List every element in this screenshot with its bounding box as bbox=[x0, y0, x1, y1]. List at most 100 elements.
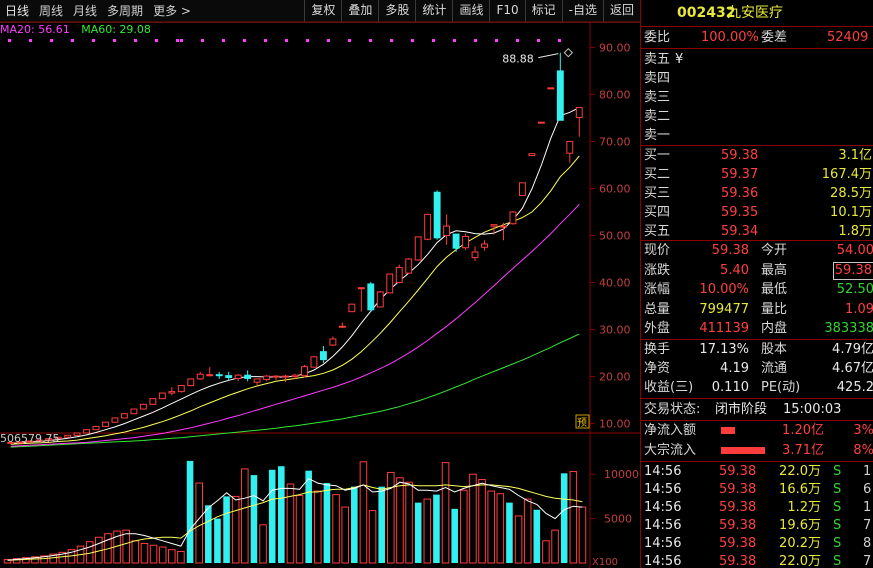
volume-bar bbox=[149, 544, 158, 564]
candle-body[interactable] bbox=[443, 225, 451, 237]
candle-body[interactable] bbox=[301, 366, 308, 377]
tick-row[interactable]: 14:56 59.38 1.2万 S 1 bbox=[641, 498, 873, 517]
limit-dot bbox=[243, 39, 246, 42]
candle-body[interactable] bbox=[196, 373, 204, 380]
candle-body[interactable] bbox=[291, 374, 299, 378]
netflow-row: 大宗流入 3.71亿 8% bbox=[641, 441, 873, 460]
candle-body[interactable] bbox=[395, 266, 403, 284]
candle-body[interactable] bbox=[244, 374, 252, 379]
candle-body[interactable] bbox=[376, 291, 384, 308]
candle-body[interactable] bbox=[310, 356, 318, 368]
candle-body[interactable] bbox=[168, 391, 176, 394]
tick-row[interactable]: 14:56 59.38 16.6万 S 6 bbox=[641, 480, 873, 499]
candle-body[interactable] bbox=[528, 153, 536, 157]
volume-bar bbox=[177, 550, 185, 564]
volume-bar bbox=[351, 486, 358, 563]
candle-body[interactable] bbox=[357, 287, 365, 290]
fund-label: 净资 bbox=[644, 361, 671, 376]
tick-row[interactable]: 14:56 59.38 22.0万 S 1 bbox=[641, 462, 873, 481]
candle-body[interactable] bbox=[64, 434, 72, 438]
ask-label: 卖一 bbox=[644, 128, 671, 143]
candle-body[interactable] bbox=[329, 338, 337, 346]
candle-body[interactable] bbox=[414, 236, 422, 261]
candle-body[interactable] bbox=[130, 408, 138, 415]
tick-row[interactable]: 14:56 59.38 19.6万 S 7 bbox=[641, 516, 873, 535]
candle-body[interactable] bbox=[206, 374, 214, 377]
candle-body[interactable] bbox=[319, 351, 327, 361]
tick-row[interactable]: 14:56 59.38 22.0万 S 7 bbox=[641, 552, 873, 568]
candle-body[interactable] bbox=[111, 417, 119, 423]
limit-dot bbox=[516, 39, 519, 42]
candle-body[interactable] bbox=[253, 378, 261, 383]
candle-body[interactable] bbox=[139, 403, 147, 410]
candle-body[interactable] bbox=[433, 191, 441, 239]
limit-dot bbox=[155, 39, 158, 42]
candle-body[interactable] bbox=[556, 70, 564, 121]
candle-body[interactable] bbox=[367, 283, 375, 311]
candle-body[interactable] bbox=[575, 107, 583, 118]
trade-status-row: 交易状态: 闭市阶段 15:00:03 bbox=[641, 400, 873, 419]
candle-body[interactable] bbox=[537, 121, 545, 124]
netflow-pct: 8% bbox=[853, 442, 873, 458]
candle-body[interactable] bbox=[547, 87, 555, 90]
candle-body[interactable] bbox=[272, 375, 280, 378]
candle-body[interactable] bbox=[225, 375, 233, 379]
candle-body[interactable] bbox=[83, 429, 90, 434]
volume-bar bbox=[140, 542, 149, 564]
quote-label: 外盘 bbox=[644, 321, 671, 336]
candle-body[interactable] bbox=[566, 140, 574, 154]
tick-row[interactable]: 14:56 59.38 20.2万 S 8 bbox=[641, 534, 873, 553]
fund-value: 4.19 bbox=[720, 361, 749, 376]
limit-dot bbox=[201, 39, 204, 42]
candle-body[interactable] bbox=[92, 425, 100, 431]
bid-volume: 28.5万 bbox=[830, 186, 872, 201]
bid-row: 买一 59.38 3.1亿 bbox=[641, 146, 873, 165]
candle-body[interactable] bbox=[149, 398, 157, 405]
volume-bar bbox=[268, 469, 276, 563]
candle-body[interactable] bbox=[452, 233, 460, 249]
candle-body[interactable] bbox=[73, 432, 81, 436]
candle-body[interactable] bbox=[234, 374, 242, 379]
candle-body[interactable] bbox=[490, 224, 498, 227]
price-axis-label: 80.00 bbox=[599, 88, 631, 101]
candle-body[interactable] bbox=[518, 182, 526, 197]
ask-label: 卖四 bbox=[644, 71, 671, 86]
bid-volume: 3.1亿 bbox=[838, 148, 872, 163]
volume-bar bbox=[578, 506, 587, 564]
candle-body[interactable] bbox=[424, 213, 432, 240]
candle-body[interactable] bbox=[386, 273, 394, 294]
candle-body[interactable] bbox=[338, 325, 346, 328]
candle-body[interactable] bbox=[158, 392, 166, 400]
candle-body[interactable] bbox=[187, 378, 195, 387]
bid-price: 59.37 bbox=[721, 167, 759, 182]
kline-chart[interactable]: 90.00 80.00 70.00 60.00 50.00 40.00 30.00 20.00… bbox=[0, 0, 640, 568]
candle-body[interactable] bbox=[481, 243, 488, 248]
quote-value: 59.38 bbox=[832, 261, 873, 280]
quote-value: 10.00% bbox=[699, 282, 749, 297]
candle-body[interactable] bbox=[102, 421, 109, 427]
quote-label: 量比 bbox=[761, 301, 788, 317]
candle-body[interactable] bbox=[500, 225, 507, 228]
candle-body[interactable] bbox=[471, 251, 479, 259]
quote-row: 涨跌 5.40 最高 59.38 bbox=[641, 261, 873, 280]
quote-value: 1.09 bbox=[845, 301, 873, 317]
ma20-line bbox=[10, 204, 580, 447]
trade-status-value: 闭市阶段 bbox=[715, 402, 768, 417]
candle-body[interactable] bbox=[509, 211, 517, 225]
limit-dot bbox=[432, 39, 435, 42]
candle-body[interactable] bbox=[282, 375, 289, 378]
ask-row: 卖二 bbox=[641, 107, 873, 126]
limit-dot bbox=[411, 39, 414, 42]
candle-body[interactable] bbox=[405, 258, 413, 274]
candle-body[interactable] bbox=[121, 413, 128, 419]
candle-body[interactable] bbox=[215, 374, 223, 377]
candle-body[interactable] bbox=[462, 235, 469, 249]
candle-body[interactable] bbox=[177, 385, 185, 393]
quote-panel: 002432 九安医疗 委比 100.00% 委差 52409 卖五 ¥ 卖四 卖三卖… bbox=[640, 0, 873, 568]
price-axis-label: 90.00 bbox=[599, 41, 631, 54]
candle-body[interactable] bbox=[263, 375, 271, 380]
netflow-bar bbox=[721, 446, 765, 454]
tick-volume: 22.0万 bbox=[779, 464, 821, 479]
candle-body[interactable] bbox=[348, 303, 356, 313]
volume-axis-label: 10000 bbox=[604, 468, 639, 481]
